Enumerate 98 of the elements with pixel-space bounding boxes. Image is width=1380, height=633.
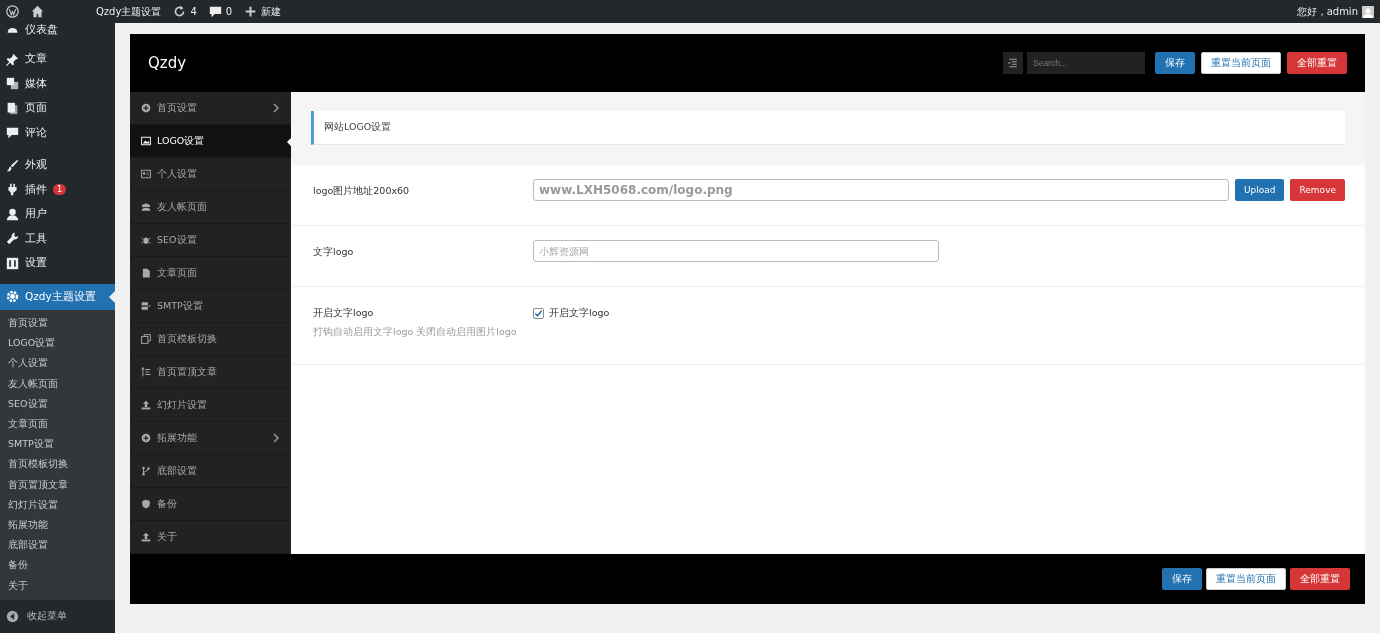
user-icon bbox=[6, 207, 19, 221]
nav-item[interactable]: 友人帐页面 bbox=[130, 191, 291, 224]
button[interactable]: 全部重置 bbox=[1287, 52, 1347, 74]
indent-icon bbox=[1008, 58, 1018, 68]
nav-item[interactable]: 底部设置 bbox=[130, 455, 291, 488]
wordpress-logo-icon[interactable] bbox=[6, 5, 19, 18]
refresh-icon bbox=[173, 5, 187, 18]
submenu-item[interactable]: 关于 bbox=[0, 575, 115, 597]
submenu-item[interactable]: 拓展功能 bbox=[0, 515, 115, 536]
file-icon bbox=[141, 268, 151, 278]
greeting-text: 您好，admin bbox=[1296, 4, 1358, 19]
pushpin-icon bbox=[6, 52, 19, 66]
submenu-item[interactable]: 备份 bbox=[0, 555, 115, 576]
image-icon bbox=[141, 136, 151, 146]
button[interactable]: 重置当前页面 bbox=[1201, 52, 1281, 74]
sidebar-menu-item[interactable]: 评论 bbox=[0, 120, 115, 145]
upload-icon bbox=[141, 400, 151, 410]
text-field[interactable]: 小辉资源网 bbox=[533, 240, 939, 262]
sidebar-menu-item[interactable]: 工具 bbox=[0, 226, 115, 251]
site-title-link[interactable]: Qzdy主题设置 bbox=[96, 4, 162, 19]
update-count: 4 bbox=[190, 6, 197, 17]
panel-title: Qzdy bbox=[148, 54, 188, 72]
field-label: logo图片地址200x60 bbox=[313, 185, 411, 198]
submenu-item[interactable]: 文章页面 bbox=[0, 414, 115, 435]
nav-item[interactable]: 拓展功能 bbox=[130, 422, 291, 455]
section-title: 网站LOGO设置 bbox=[311, 111, 1345, 145]
sidebar-menu-item[interactable]: Qzdy主题设置 bbox=[0, 283, 115, 310]
comment-icon bbox=[208, 5, 222, 18]
submenu-item[interactable]: LOGO设置 bbox=[0, 333, 115, 354]
bug-icon bbox=[141, 235, 151, 245]
sidebar-menu-item[interactable]: 插件 1 bbox=[0, 177, 115, 202]
nav-item[interactable]: 幻灯片设置 bbox=[130, 389, 291, 422]
comment-count: 0 bbox=[225, 6, 233, 17]
copy-icon bbox=[141, 334, 151, 344]
checkbox-option[interactable]: 开启文字logo bbox=[533, 307, 610, 320]
sidebar-menu-item[interactable]: 页面 bbox=[0, 96, 115, 121]
new-label: 新建 bbox=[261, 4, 282, 19]
sidebar-menu-item[interactable]: 外观 bbox=[0, 153, 115, 178]
submenu-item[interactable]: 底部设置 bbox=[0, 535, 115, 556]
submenu-item[interactable]: 友人帐页面 bbox=[0, 374, 115, 395]
plus-circle-icon bbox=[141, 433, 151, 443]
button[interactable]: 保存 bbox=[1155, 52, 1195, 74]
submenu-item[interactable]: 幻灯片设置 bbox=[0, 495, 115, 516]
gear-icon bbox=[6, 290, 19, 303]
submenu-item[interactable]: 首页置顶文章 bbox=[0, 475, 115, 496]
field-label: 开启文字logo bbox=[313, 307, 375, 320]
chevron-right-icon bbox=[273, 433, 280, 443]
sidebar-menu-item[interactable]: 文章 bbox=[0, 47, 115, 72]
nav-item[interactable]: 备份 bbox=[130, 488, 291, 521]
new-link[interactable]: 新建 bbox=[244, 4, 282, 19]
shield-icon bbox=[141, 499, 151, 509]
button[interactable]: 保存 bbox=[1162, 568, 1202, 590]
comments-link[interactable]: 0 bbox=[208, 5, 233, 18]
comment-icon bbox=[6, 126, 19, 140]
plus-circle-icon bbox=[141, 103, 151, 113]
count-badge: 1 bbox=[53, 184, 67, 196]
plus-icon bbox=[244, 5, 258, 18]
button[interactable]: Remove bbox=[1290, 179, 1345, 201]
brush-icon bbox=[6, 158, 19, 172]
submenu-item[interactable]: 首页模板切换 bbox=[0, 454, 115, 475]
field-description: 打钩自动启用文字logo 关闭自动启用图片logo bbox=[313, 326, 518, 339]
nav-item[interactable]: SEO设置 bbox=[130, 224, 291, 257]
nav-item[interactable]: LOGO设置 bbox=[130, 125, 291, 158]
expand-button[interactable] bbox=[1003, 52, 1023, 74]
field-label: 文字logo bbox=[313, 246, 355, 259]
submenu-item[interactable]: 个人设置 bbox=[0, 353, 115, 375]
button[interactable]: Upload bbox=[1234, 179, 1285, 201]
server-icon bbox=[141, 301, 151, 311]
nav-item[interactable]: 关于 bbox=[130, 521, 291, 554]
submenu-item[interactable]: SMTP设置 bbox=[0, 434, 115, 455]
sidebar-menu-item[interactable]: 仪表盘 bbox=[0, 23, 115, 39]
button[interactable]: 重置当前页面 bbox=[1206, 568, 1286, 590]
account-link[interactable]: 您好，admin bbox=[1296, 4, 1374, 19]
upload-icon bbox=[141, 532, 151, 542]
submenu-item[interactable]: 首页设置 bbox=[0, 313, 115, 334]
search-field[interactable]: Search... bbox=[1027, 52, 1145, 74]
home-icon[interactable] bbox=[31, 5, 44, 18]
collapse-menu-button[interactable]: 收起菜单 bbox=[0, 604, 115, 630]
media-icon bbox=[6, 77, 19, 91]
wrench-icon bbox=[6, 232, 19, 246]
nav-item[interactable]: 首页置顶文章 bbox=[130, 356, 291, 389]
checkbox[interactable] bbox=[533, 308, 544, 319]
button[interactable]: 全部重置 bbox=[1290, 568, 1350, 590]
submenu-item[interactable]: SEO设置 bbox=[0, 394, 115, 415]
plug-icon bbox=[6, 183, 19, 197]
branch-icon bbox=[141, 466, 151, 476]
sidebar-menu-item[interactable]: 设置 bbox=[0, 251, 115, 276]
id-card-icon bbox=[141, 169, 151, 179]
sidebar-menu-item[interactable]: 媒体 bbox=[0, 71, 115, 96]
sort-icon bbox=[141, 367, 151, 377]
pages-icon bbox=[6, 101, 19, 115]
nav-item[interactable]: 个人设置 bbox=[130, 158, 291, 191]
nav-item[interactable]: 首页模板切换 bbox=[130, 323, 291, 356]
nav-item[interactable]: 文章页面 bbox=[130, 257, 291, 290]
chevron-right-icon bbox=[273, 103, 280, 113]
updates-link[interactable]: 4 bbox=[173, 5, 197, 18]
sidebar-menu-item[interactable]: 用户 bbox=[0, 202, 115, 227]
nav-item[interactable]: SMTP设置 bbox=[130, 290, 291, 323]
